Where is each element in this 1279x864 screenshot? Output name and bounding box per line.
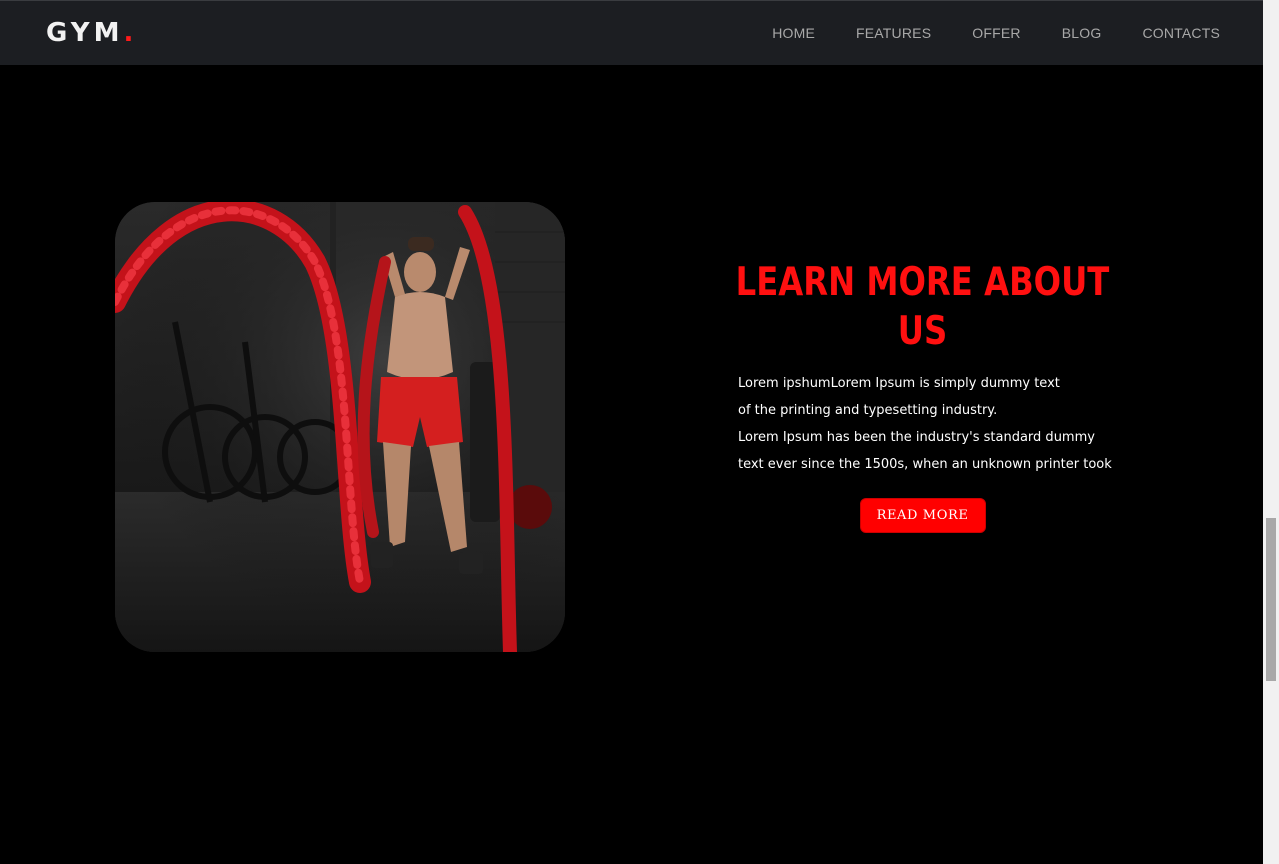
brand-dot: . <box>123 18 138 48</box>
about-text-line: Lorem ipshumLorem Ipsum is simply dummy … <box>738 376 1060 391</box>
about-text-line: Lorem Ipsum has been the industry's stan… <box>738 430 1095 445</box>
battle-ropes-image <box>115 202 565 652</box>
nav-offer[interactable]: OFFER <box>972 25 1020 41</box>
about-heading: LEARN MORE ABOUT US <box>727 258 1118 356</box>
about-text-line: text ever since the 1500s, when an unkno… <box>738 457 1112 472</box>
about-text: Lorem ipshumLorem Ipsum is simply dummy … <box>738 370 1135 478</box>
top-navbar: GYM. HOME FEATURES OFFER BLOG CONTACTS <box>0 0 1263 65</box>
scrollbar-thumb[interactable] <box>1266 518 1276 681</box>
read-more-button[interactable]: READ MORE <box>859 498 986 533</box>
about-heading-line1: LEARN MORE ABOUT <box>735 260 1110 305</box>
nav-contacts[interactable]: CONTACTS <box>1142 25 1220 41</box>
about-heading-line2: US <box>897 309 948 354</box>
page-scrollbar[interactable] <box>1263 0 1279 864</box>
battle-ropes-illustration <box>115 202 565 652</box>
about-section: LEARN MORE ABOUT US Lorem ipshumLorem Ip… <box>710 258 1135 533</box>
brand-name: GYM <box>46 18 124 48</box>
brand-logo[interactable]: GYM. <box>46 18 137 48</box>
about-text-line: of the printing and typesetting industry… <box>738 403 998 418</box>
nav-features[interactable]: FEATURES <box>856 25 931 41</box>
nav-home[interactable]: HOME <box>772 25 815 41</box>
nav-blog[interactable]: BLOG <box>1062 25 1102 41</box>
main-nav: HOME FEATURES OFFER BLOG CONTACTS <box>731 25 1220 41</box>
